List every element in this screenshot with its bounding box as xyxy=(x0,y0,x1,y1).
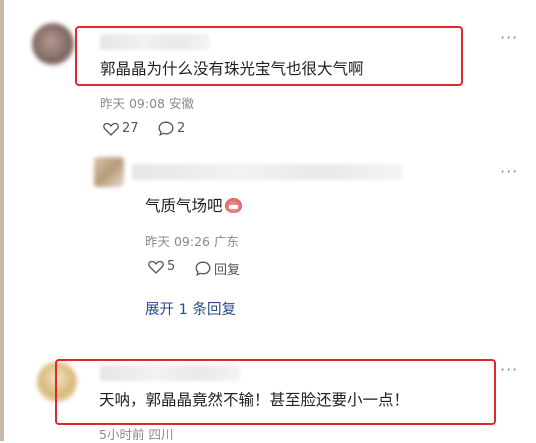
like-count: 27 xyxy=(122,121,139,136)
comment-time: 昨天 09:08 xyxy=(100,96,165,111)
comment-meta: 5小时前 四川 xyxy=(99,424,173,443)
expand-replies-link[interactable]: 展开 1 条回复 xyxy=(145,298,236,319)
left-edge-strip xyxy=(0,0,4,441)
like-count: 5 xyxy=(167,259,176,274)
comment-text: 气质气场吧 xyxy=(145,194,242,216)
avatar[interactable] xyxy=(94,157,124,187)
like-button[interactable]: 27 xyxy=(103,121,139,136)
comment-text: 天呐，郭晶晶竟然不输！甚至脸还要小一点！ xyxy=(99,391,410,409)
more-options-icon[interactable]: ··· xyxy=(500,28,518,47)
reply-label: 回复 xyxy=(214,263,241,278)
avatar[interactable] xyxy=(32,23,74,65)
comment-text-content: 气质气场吧 xyxy=(145,197,223,215)
comment-meta: 昨天 09:08 安徽 xyxy=(100,93,194,112)
comment-meta: 昨天 09:26 广东 xyxy=(145,231,239,250)
comment-bubble-icon xyxy=(158,121,174,136)
emoji-icon xyxy=(224,198,242,213)
more-options-icon[interactable]: ··· xyxy=(500,162,518,181)
comment-location: 四川 xyxy=(148,427,174,442)
reply-count: 2 xyxy=(177,121,186,136)
more-options-icon[interactable]: ··· xyxy=(500,360,518,379)
heart-icon xyxy=(103,122,119,136)
reply-count-button[interactable]: 2 xyxy=(158,121,185,136)
comment-text: 郭晶晶为什么没有珠光宝气也很大气啊 xyxy=(100,60,364,78)
comment-bubble-icon xyxy=(195,261,211,276)
comment-time: 5小时前 xyxy=(99,427,145,442)
reply-button[interactable]: 回复 xyxy=(195,259,240,278)
username-blurred[interactable] xyxy=(132,164,402,180)
comment-location: 安徽 xyxy=(168,96,194,111)
like-button[interactable]: 5 xyxy=(148,259,175,274)
comment-time: 昨天 09:26 xyxy=(145,234,210,249)
heart-icon xyxy=(148,260,164,274)
comment-location: 广东 xyxy=(213,234,239,249)
